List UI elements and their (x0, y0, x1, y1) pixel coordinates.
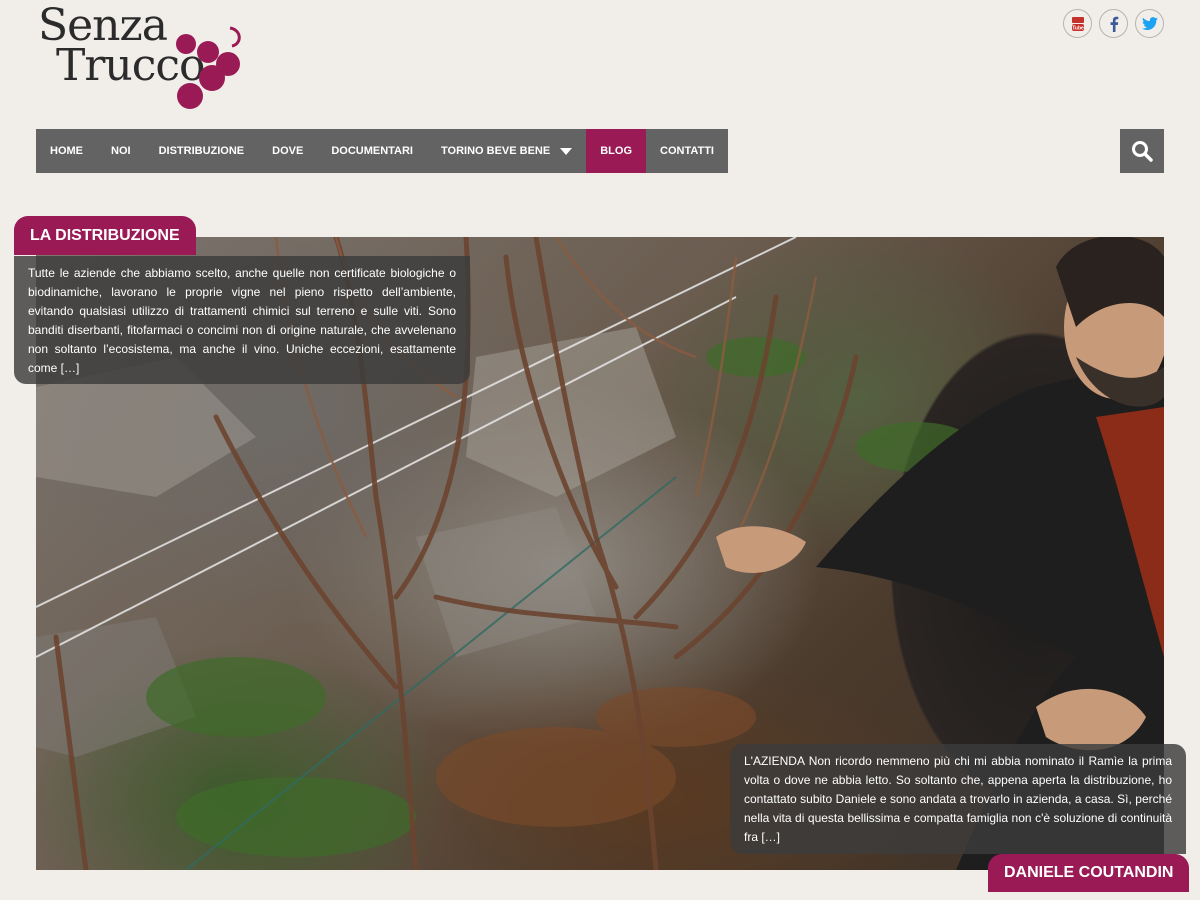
nav-item-label: TORINO BEVE BENE (441, 145, 551, 157)
nav-item-contatti[interactable]: CONTATTI (646, 129, 728, 173)
nav-item-documentari[interactable]: DOCUMENTARI (317, 129, 427, 173)
nav-item-label: DOCUMENTARI (331, 145, 413, 157)
slide-title-text: LA DISTRIBUZIONE (30, 226, 180, 244)
nav-item-label: DOVE (272, 145, 304, 157)
facebook-icon (1110, 16, 1118, 32)
slide-title-la-distribuzione[interactable]: LA DISTRIBUZIONE (14, 216, 196, 255)
search-icon (1132, 141, 1153, 162)
nav-item-torino-beve-bene[interactable]: TORINO BEVE BENE (427, 129, 586, 173)
facebook-link[interactable] (1099, 9, 1128, 38)
nav-item-noi[interactable]: NOI (97, 129, 145, 173)
nav-item-label: DISTRIBUZIONE (158, 145, 245, 157)
slide-excerpt-text: Tutte le aziende che abbiamo scelto, anc… (28, 266, 456, 375)
nav-item-label: NOI (111, 145, 131, 157)
twitter-link[interactable] (1135, 9, 1164, 38)
slide-excerpt-left[interactable]: Tutte le aziende che abbiamo scelto, anc… (14, 256, 470, 384)
site-logo[interactable]: Senza Trucco (38, 4, 248, 109)
youtube-icon: Tube (1071, 16, 1084, 31)
twitter-icon (1141, 16, 1158, 30)
nav-item-dove[interactable]: DOVE (258, 129, 317, 173)
main-nav: HOME NOI DISTRIBUZIONE DOVE DOCUMENTARI … (36, 129, 728, 173)
nav-item-label: BLOG (600, 145, 632, 157)
chevron-down-icon (560, 147, 573, 155)
search-button[interactable] (1120, 129, 1164, 173)
slide-title-text: DANIELE COUTANDIN (1004, 864, 1174, 881)
social-links: Tube (1063, 9, 1164, 38)
nav-item-home[interactable]: HOME (36, 129, 97, 173)
nav-item-blog[interactable]: BLOG (586, 129, 646, 173)
slide-excerpt-text: L'AZIENDA Non ricordo nemmeno più chi mi… (744, 754, 1172, 844)
youtube-link[interactable]: Tube (1063, 9, 1092, 38)
nav-item-distribuzione[interactable]: DISTRIBUZIONE (145, 129, 259, 173)
svg-text:Tube: Tube (1072, 25, 1084, 31)
slide-excerpt-right[interactable]: L'AZIENDA Non ricordo nemmeno più chi mi… (730, 744, 1186, 854)
nav-item-label: CONTATTI (660, 145, 714, 157)
slide-title-daniele-coutandin[interactable]: DANIELE COUTANDIN (988, 854, 1190, 892)
nav-item-label: HOME (50, 145, 83, 157)
grape-icon (176, 26, 241, 109)
